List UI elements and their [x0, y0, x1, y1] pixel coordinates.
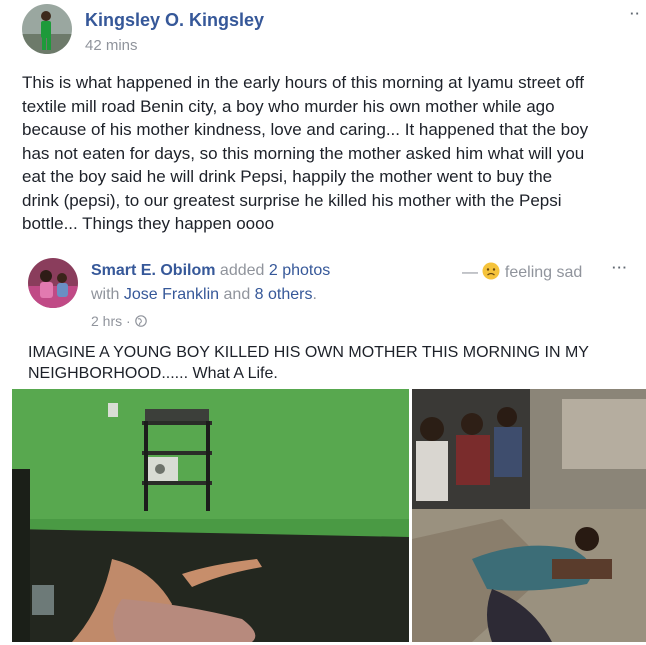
photo-left[interactable]	[12, 389, 409, 642]
shared-author-avatar[interactable]	[28, 258, 78, 308]
feeling-dash: —	[462, 264, 478, 281]
author-avatar[interactable]	[22, 4, 72, 54]
tagged-with-prefix: with	[91, 286, 120, 303]
shared-tagged-line: with Jose Franklin and 8 others.	[91, 286, 317, 304]
post-text-line: textile mill road Benin city, a boy who …	[22, 96, 555, 116]
sad-emoji-icon	[482, 262, 500, 280]
post-text-line: This is what happened in the early hours…	[22, 73, 584, 92]
post-text-line: drink (pepsi), to our greatest surprise …	[22, 190, 562, 210]
feeling-text: feeling sad	[504, 264, 583, 281]
post-options-menu[interactable]: ··	[630, 6, 641, 21]
shared-header-line: Smart E. Obilom added 2 photos	[91, 262, 330, 280]
post-timestamp[interactable]: 42 mins	[85, 37, 138, 54]
shared-author-name[interactable]: Smart E. Obilom	[91, 262, 215, 279]
tagged-person-link[interactable]: Jose Franklin	[124, 286, 219, 303]
scene-photo-image	[412, 389, 646, 642]
tagged-others-link[interactable]: 8 others	[255, 286, 313, 303]
author-avatar-image	[22, 4, 72, 54]
post-body: This is what happened in the early hours…	[22, 71, 646, 236]
room-photo-image	[12, 389, 409, 642]
tagged-and: and	[223, 286, 251, 303]
shared-action-prefix: added	[219, 262, 265, 279]
shared-timestamp[interactable]: 2 hrs	[91, 313, 122, 329]
shared-meta-line: 2 hrs ·	[91, 313, 147, 329]
feeling-status: — feeling sad	[462, 262, 582, 282]
globe-icon[interactable]	[134, 315, 147, 327]
post-author-name[interactable]: Kingsley O. Kingsley	[85, 10, 264, 31]
shared-author-avatar-image	[28, 258, 78, 308]
shared-photos-link[interactable]: 2 photos	[269, 262, 330, 279]
post-text-line: eat the boy said he will drink Pepsi, ha…	[22, 167, 553, 186]
caption-line: NEIGHBORHOOD...... What A Life.	[28, 365, 278, 382]
tagged-period: .	[312, 286, 317, 303]
meta-separator: ·	[126, 313, 131, 329]
shared-options-menu[interactable]: ···	[612, 260, 628, 275]
shared-caption: IMAGINE A YOUNG BOY KILLED HIS OWN MOTHE…	[28, 342, 589, 384]
post-text-line: bottle... Things they happen oooo	[22, 214, 275, 233]
caption-line: IMAGINE A YOUNG BOY KILLED HIS OWN MOTHE…	[28, 344, 589, 361]
post-text-line: because of his mother kindness, love and…	[22, 120, 589, 139]
post-text-line: has not eaten for days, so this morning …	[22, 143, 585, 163]
photo-right[interactable]	[412, 389, 646, 642]
